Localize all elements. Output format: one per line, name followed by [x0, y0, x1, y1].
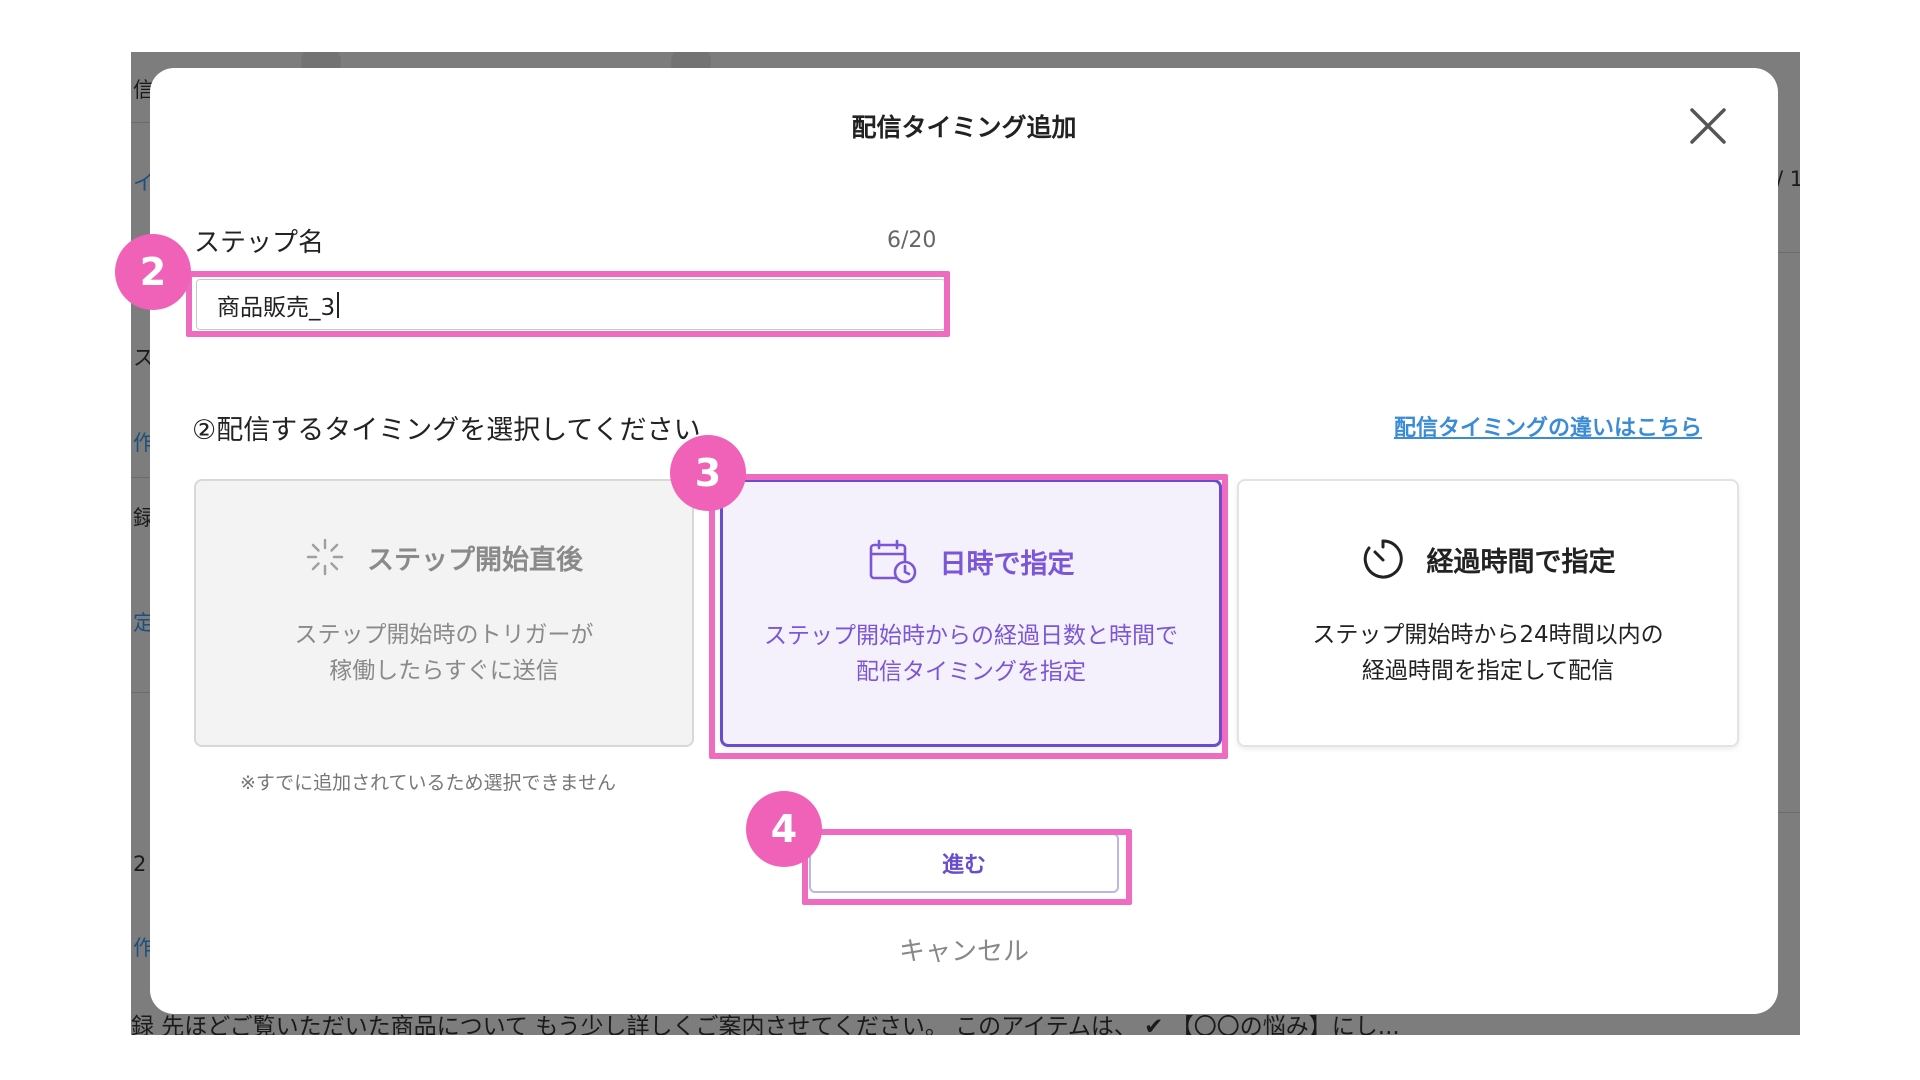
background-text: / 1: [1776, 167, 1800, 191]
highlight-step-name: [186, 271, 950, 337]
timing-help-link[interactable]: 配信タイミングの違いはこちら: [1394, 410, 1702, 442]
step-name-label: ステップ名: [194, 228, 325, 258]
close-button[interactable]: [1686, 104, 1730, 148]
step-badge-2: 2: [115, 234, 191, 310]
option-description-line: 稼働したらすぐに送信: [329, 658, 559, 684]
loading-spinner-icon: [306, 538, 344, 576]
cancel-button[interactable]: キャンセル: [150, 931, 1778, 968]
highlight-datetime-option: [709, 474, 1228, 759]
option-description-line: 経過時間を指定して配信: [1361, 658, 1615, 684]
timer-icon: [1363, 539, 1403, 579]
option-description: ステップ開始時のトリガーが 稼働したらすぐに送信: [206, 617, 682, 689]
modal-title: 配信タイミング追加: [851, 113, 1077, 142]
option-card-immediately: ステップ開始直後 ステップ開始時のトリガーが 稼働したらすぐに送信: [194, 479, 694, 747]
option-description: ステップ開始時から24時間以内の 経過時間を指定して配信: [1249, 617, 1727, 689]
timing-prompt: ②配信するタイミングを選択してください: [192, 415, 701, 446]
background-text: 2: [133, 852, 147, 876]
option-description-line: ステップ開始時から24時間以内の: [1312, 622, 1664, 648]
highlight-next-button: [802, 829, 1132, 905]
step-badge-3: 3: [670, 435, 746, 511]
option-title: 経過時間で指定: [1426, 546, 1616, 578]
option-title: ステップ開始直後: [367, 544, 583, 576]
close-icon: [1690, 108, 1726, 144]
character-count: 6/20: [887, 228, 937, 253]
option-description-line: ステップ開始時のトリガーが: [294, 622, 594, 648]
option-card-elapsed[interactable]: 経過時間で指定 ステップ開始時から24時間以内の 経過時間を指定して配信: [1237, 479, 1739, 747]
disabled-note: ※すでに追加されているため選択できません: [240, 772, 616, 794]
step-badge-4: 4: [746, 791, 822, 867]
